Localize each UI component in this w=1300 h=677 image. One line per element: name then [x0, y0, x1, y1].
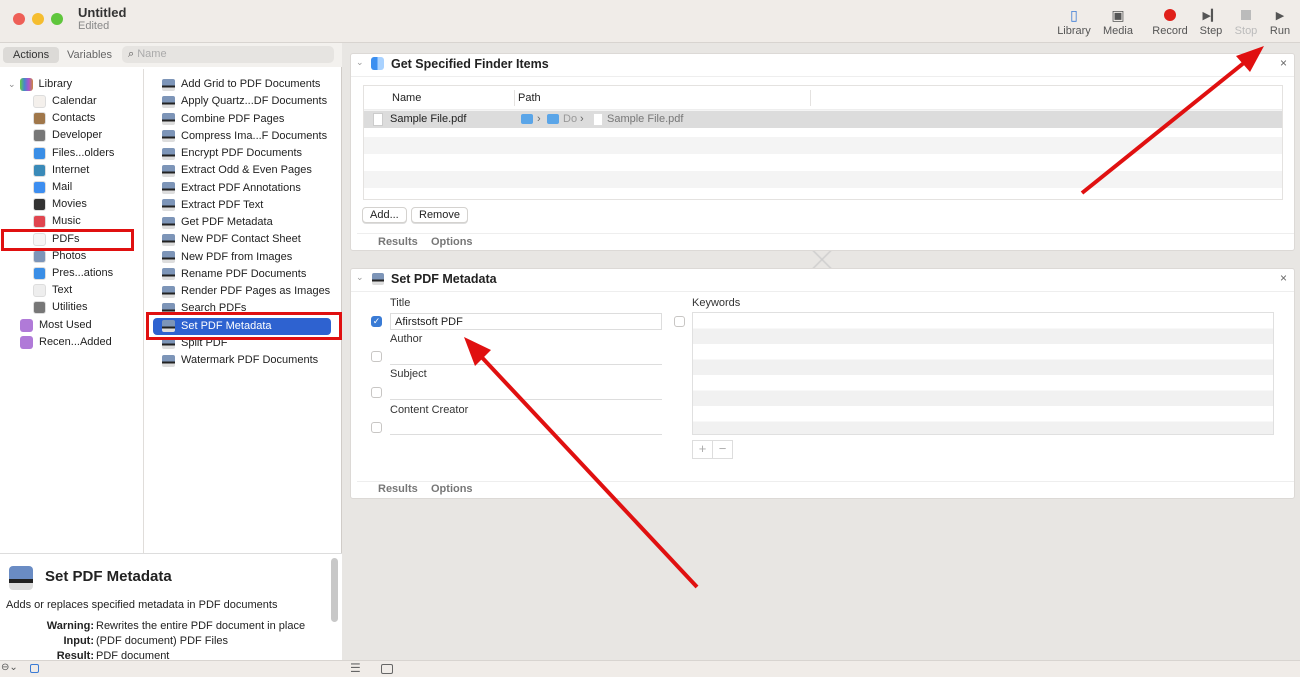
arrow-to-title: [473, 348, 699, 589]
annotation-arrows: [464, 46, 1264, 589]
arrow-to-run: [1080, 56, 1252, 195]
